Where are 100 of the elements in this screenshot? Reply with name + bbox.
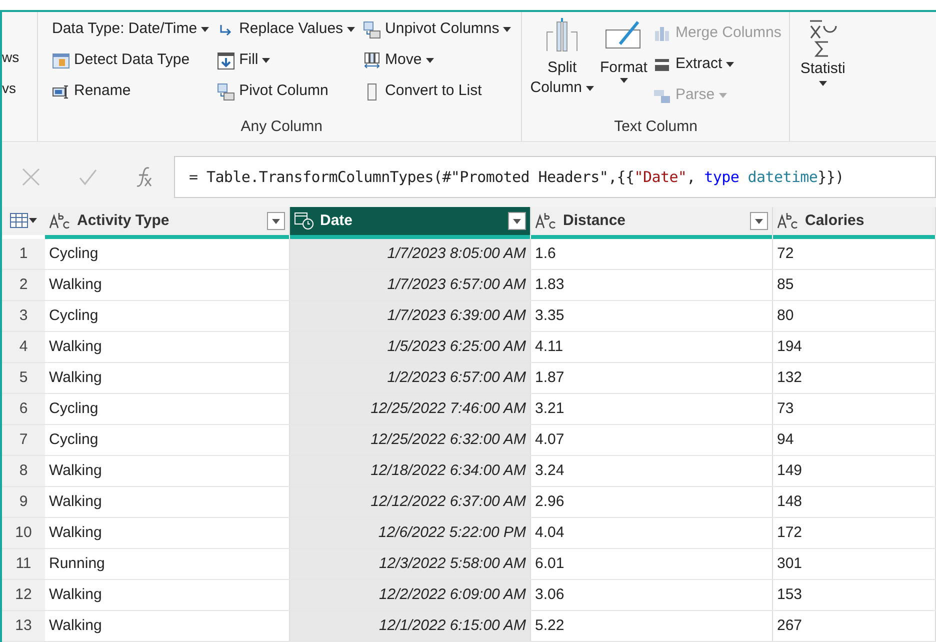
caret-icon (503, 27, 512, 32)
ribbon-button[interactable]: Unpivot Columns (363, 14, 512, 45)
split-column-icon (544, 18, 580, 52)
formula-field[interactable]: = Table.TransformColumnTypes(#"Promoted Headers",{{"Date", type datetime}}) (174, 156, 936, 198)
table-cell: 1/2/2023 6:57:00 AM (290, 363, 531, 393)
table-cell: 12/6/2022 5:22:00 PM (290, 518, 531, 548)
table-cell: 2.96 (531, 487, 773, 517)
table-cell: 132 (773, 363, 936, 393)
statistics-icon (808, 18, 838, 58)
filter-dropdown-icon[interactable] (750, 212, 768, 230)
table-cell: 148 (773, 487, 936, 517)
table-cell: 194 (773, 332, 936, 362)
caret-icon (201, 27, 210, 32)
ribbon-button[interactable]: Fill (217, 45, 356, 76)
table-menu-button[interactable] (10, 213, 37, 228)
ribbon-large-button[interactable]: Split Column (530, 18, 594, 111)
caret-icon (29, 218, 37, 224)
datetime-type-icon (294, 212, 314, 230)
table-cell: 12/18/2022 6:34:00 AM (290, 456, 531, 486)
merge-icon (653, 24, 672, 42)
ribbon-button[interactable]: Data Type: Date/Time (52, 14, 210, 45)
row-number: 7 (2, 425, 45, 455)
filter-dropdown-icon[interactable] (267, 212, 285, 230)
row-number: 4 (2, 332, 45, 362)
table-cell: 267 (773, 611, 936, 641)
table-cell: 301 (773, 549, 936, 579)
row-number: 6 (2, 394, 45, 424)
row-number: 12 (2, 580, 45, 610)
table-icon (217, 82, 236, 100)
group-label: Text Column (614, 116, 698, 136)
filter-dropdown-icon[interactable] (508, 212, 526, 230)
ribbon-button[interactable]: Rename (52, 76, 210, 107)
table-cell: 1/7/2023 6:57:00 AM (290, 270, 531, 300)
table-cell: 73 (773, 394, 936, 424)
table-cell: 1.83 (531, 270, 773, 300)
ribbon-button[interactable]: Move (363, 45, 512, 76)
row-number: 10 (2, 518, 45, 548)
table-cell: 1/5/2023 6:25:00 AM (290, 332, 531, 362)
ribbon-button[interactable]: Extract (653, 49, 782, 80)
table-cell: 12/25/2022 7:46:00 AM (290, 394, 531, 424)
table-cell: 4.04 (531, 518, 773, 548)
row-number: 1 (2, 239, 45, 269)
row-number: 9 (2, 487, 45, 517)
text-type-icon (535, 212, 557, 230)
table-cell: 1.87 (531, 363, 773, 393)
caret-icon (347, 27, 356, 32)
column-header[interactable]: Date (290, 207, 531, 235)
table-cell: 3.35 (531, 301, 773, 331)
table-cell: 1.6 (531, 239, 773, 269)
caret-icon (586, 86, 594, 90)
ribbon-button[interactable]: Replace Values (217, 14, 356, 45)
table-cell: 5.22 (531, 611, 773, 641)
group-label: Any Column (240, 116, 322, 136)
row-number: 13 (2, 611, 45, 641)
ribbon-button[interactable]: Pivot Column (217, 76, 356, 107)
table-cell: 12/2/2022 6:09:00 AM (290, 580, 531, 610)
table-cell: 12/3/2022 5:58:00 AM (290, 549, 531, 579)
table-icon (363, 20, 382, 38)
row-number: 8 (2, 456, 45, 486)
column-name: Activity Type (77, 210, 170, 231)
table-cell: 85 (773, 270, 936, 300)
table-cell: 149 (773, 456, 936, 486)
table-cell: 153 (773, 580, 936, 610)
caret-icon (620, 78, 628, 83)
ribbon-button[interactable]: Detect Data Type (52, 45, 210, 76)
ribbon-large-button[interactable]: Format (600, 18, 648, 111)
ribbon-button[interactable]: Convert to List (363, 76, 512, 107)
ribbon-label: vs (2, 79, 17, 98)
ribbon-label: ws (2, 48, 20, 67)
table-cell: 1/7/2023 8:05:00 AM (290, 239, 531, 269)
table-cell: 72 (773, 239, 936, 269)
column-name: Date (320, 210, 353, 231)
row-number: 2 (2, 270, 45, 300)
text-type-icon (777, 212, 799, 230)
table-cell: 172 (773, 518, 936, 548)
table-cell: 80 (773, 301, 936, 331)
table-cell: 94 (773, 425, 936, 455)
table-cell: 3.24 (531, 456, 773, 486)
statistics-button[interactable]: Statisti (790, 12, 846, 141)
text-type-icon (49, 212, 71, 230)
column-name: Calories (805, 210, 864, 231)
table-cell: 12/12/2022 6:37:00 AM (290, 487, 531, 517)
fill-down-icon (217, 52, 236, 70)
column-name: Distance (563, 210, 626, 231)
row-number: 3 (2, 301, 45, 331)
table-cell: 12/1/2022 6:15:00 AM (290, 611, 531, 641)
table-cell: 3.21 (531, 394, 773, 424)
caret-icon (426, 58, 434, 63)
table-cell: 4.07 (531, 425, 773, 455)
table-cell: 6.01 (531, 549, 773, 579)
row-number: 11 (2, 549, 45, 579)
table-icon (10, 213, 28, 228)
rename-icon (52, 82, 70, 100)
caret-icon (818, 80, 827, 86)
table-cell: 1/7/2023 6:39:00 AM (290, 301, 531, 331)
row-number: 5 (2, 363, 45, 393)
caret-icon (718, 93, 727, 98)
caret-icon (262, 58, 270, 63)
table-cell: 12/25/2022 6:32:00 AM (290, 425, 531, 455)
move-icon (363, 52, 382, 70)
